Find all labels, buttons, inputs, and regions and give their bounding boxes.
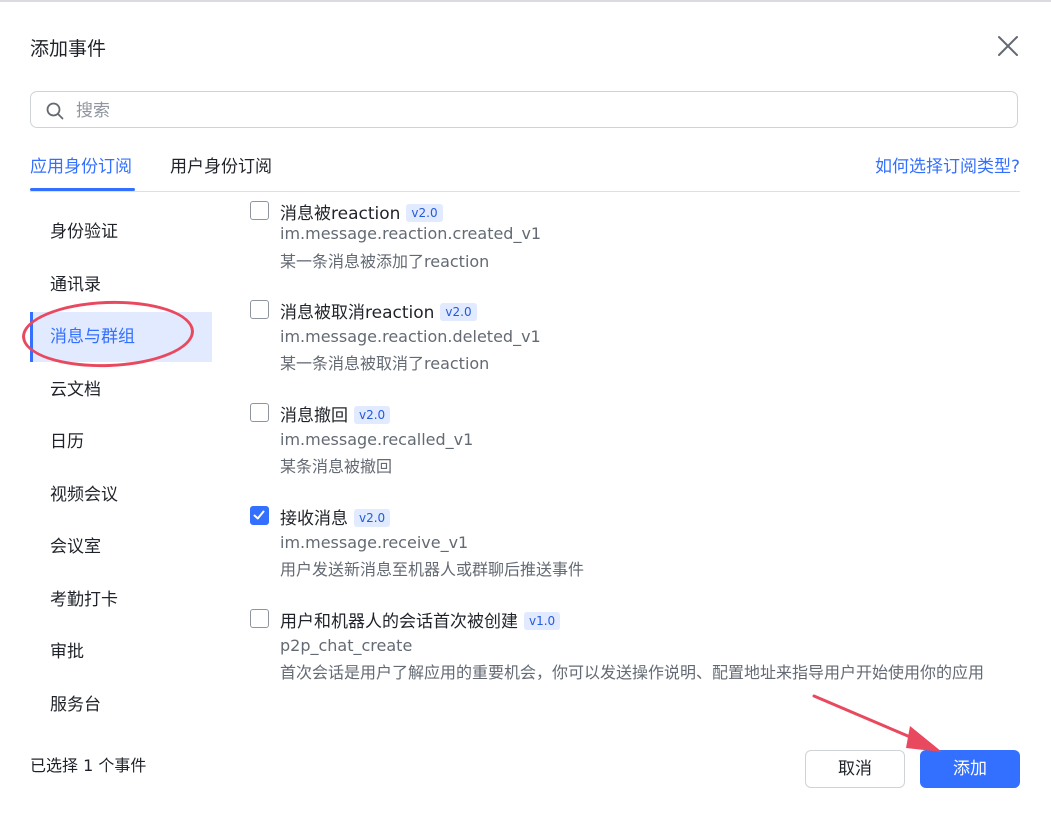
help-link[interactable]: 如何选择订阅类型? — [875, 152, 1020, 177]
event-key: p2p_chat_create — [280, 636, 413, 655]
version-badge: v2.0 — [406, 204, 443, 222]
selected-count: 已选择 1 个事件 — [30, 756, 147, 775]
cancel-button[interactable]: 取消 — [805, 750, 905, 788]
event-name: 接收消息 — [280, 509, 348, 529]
tab-app-subscription[interactable]: 应用身份订阅 — [30, 152, 132, 177]
sidebar-item-auth[interactable]: 身份验证 — [30, 206, 212, 259]
version-badge: v1.0 — [524, 612, 561, 630]
event-name: 消息被reaction — [280, 204, 401, 224]
event-list[interactable]: 消息被reaction v2.0 im.message.reaction.crea… — [248, 193, 1028, 713]
top-border — [0, 0, 1051, 2]
event-description: 某一条消息被取消了reaction — [280, 354, 490, 373]
event-checkbox[interactable] — [250, 300, 269, 319]
sidebar-item-calendar[interactable]: 日历 — [30, 416, 212, 469]
tabs-divider — [30, 191, 1020, 192]
sidebar-item-video-meeting[interactable]: 视频会议 — [30, 469, 212, 522]
sidebar-item-helpdesk[interactable]: 服务台 — [30, 679, 212, 732]
sidebar-item-messages[interactable]: 消息与群组 — [30, 312, 212, 362]
subscription-tabs: 应用身份订阅 用户身份订阅 如何选择订阅类型? — [30, 150, 1020, 192]
search-input[interactable] — [74, 96, 998, 126]
add-button[interactable]: 添加 — [920, 750, 1020, 788]
event-key: im.message.reaction.created_v1 — [280, 224, 542, 243]
sidebar-item-approval[interactable]: 审批 — [30, 626, 212, 679]
event-description: 用户发送新消息至机器人或群聊后推送事件 — [280, 560, 585, 579]
event-name: 消息撤回 — [280, 406, 348, 426]
event-description: 首次会话是用户了解应用的重要机会，你可以发送操作说明、配置地址来指导用户开始使用… — [280, 663, 985, 682]
sidebar-item-contacts[interactable]: 通讯录 — [30, 259, 212, 312]
close-icon — [998, 36, 1018, 56]
event-checkbox[interactable] — [250, 506, 269, 525]
event-description: 某一条消息被添加了reaction — [280, 252, 490, 271]
sidebar-item-attendance[interactable]: 考勤打卡 — [30, 574, 212, 627]
dialog-title: 添加事件 — [30, 38, 107, 60]
event-description: 某条消息被撤回 — [280, 457, 393, 476]
version-badge: v2.0 — [354, 406, 391, 424]
event-checkbox[interactable] — [250, 609, 269, 628]
event-key: im.message.reaction.deleted_v1 — [280, 327, 541, 346]
sidebar-item-meeting-room[interactable]: 会议室 — [30, 521, 212, 574]
event-name: 消息被取消reaction — [280, 303, 435, 323]
version-badge: v2.0 — [440, 303, 477, 321]
sidebar-item-docs[interactable]: 云文档 — [30, 364, 212, 417]
tab-user-subscription[interactable]: 用户身份订阅 — [170, 152, 272, 177]
category-sidebar: 身份验证 通讯录 消息与群组 云文档 日历 视频会议 会议室 考勤打卡 审批 服… — [30, 206, 212, 731]
search-box — [30, 91, 1018, 128]
checkmark-icon — [253, 510, 265, 520]
version-badge: v2.0 — [354, 509, 391, 527]
event-checkbox[interactable] — [250, 201, 269, 220]
event-checkbox[interactable] — [250, 403, 269, 422]
search-icon — [46, 102, 64, 120]
event-key: im.message.recalled_v1 — [280, 430, 474, 449]
event-name: 用户和机器人的会话首次被创建 — [280, 612, 518, 632]
close-button[interactable] — [994, 32, 1022, 60]
event-key: im.message.receive_v1 — [280, 533, 469, 552]
